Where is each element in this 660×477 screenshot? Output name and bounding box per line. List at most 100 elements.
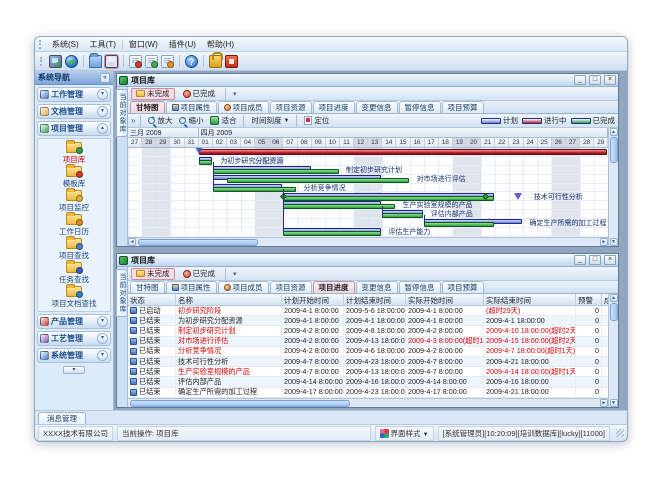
table-row[interactable]: 已结束生产实验室规模的产品2009-4-7 8:00:002009-4-13 1… [128, 367, 608, 377]
maximize-button[interactable]: □ [589, 75, 601, 85]
sidebar-group-系统管理[interactable]: 系统管理▾ [37, 348, 111, 363]
tab-项目进度[interactable]: 项目进度 [313, 281, 355, 293]
sidebar-group-产品管理[interactable]: 产品管理▾ [37, 314, 111, 329]
table-row[interactable]: 已结束技术可行性分析2009-4-7 8:00:002009-4-23 18:0… [128, 357, 608, 367]
column-header-状态[interactable]: 状态 [128, 294, 176, 305]
tab-项目资源[interactable]: 项目资源 [270, 281, 312, 293]
tab-变更信息[interactable]: 变更信息 [356, 281, 398, 293]
locate-button[interactable]: 定位 [302, 115, 331, 126]
tab-暂停信息[interactable]: 暂停信息 [399, 101, 441, 113]
column-header-名称[interactable]: 名称 [176, 294, 282, 305]
globe-icon[interactable] [65, 55, 78, 68]
table-vertical-scrollbar[interactable]: ▲ ▼ [608, 294, 618, 407]
scroll-down-icon[interactable]: ▼ [610, 238, 618, 246]
filter-button-未完成[interactable]: 未完成 [131, 88, 175, 100]
scrollbar-thumb[interactable] [610, 303, 618, 321]
column-header-实际开始时间[interactable]: 实际开始时间 [406, 294, 484, 305]
interface-style-button[interactable]: 界面样式 ▼ [375, 426, 434, 441]
close-button[interactable]: × [604, 255, 616, 265]
table-row[interactable]: 已结束为初步研究分配资源2009-4-1 8:00:002009-4-1 18:… [128, 316, 608, 326]
gantt-vertical-scrollbar[interactable]: ▲ ▼ [608, 128, 618, 246]
filter-button-已完成[interactable]: 已完成 [178, 268, 221, 280]
resize-grip[interactable] [616, 429, 624, 437]
table-row[interactable]: 已结束对市场进行评估2009-4-2 8:00:002009-4-13 18:0… [128, 337, 608, 347]
time-scale-button[interactable]: 时间刻度▼ [249, 115, 291, 126]
current-object-lib-tab[interactable]: 当前对象库 [116, 269, 128, 317]
sidebar-item-项目查找[interactable]: 项目查找 [59, 238, 89, 261]
message-management-tab[interactable]: 消息管理 [38, 412, 86, 424]
sidebar-item-工作日历[interactable]: 工作日历 [59, 214, 89, 237]
report-red-icon[interactable] [129, 55, 142, 68]
tab-项目预算[interactable]: 项目预算 [442, 281, 484, 293]
open-folder-icon[interactable] [89, 55, 102, 68]
gantt-actual-bar[interactable] [213, 169, 339, 174]
table-row[interactable]: 已启动初步研究阶段2009-4-1 8:00:002009-5-6 18:00:… [128, 306, 608, 316]
chevron-down-icon[interactable]: ▴ [97, 123, 108, 134]
tab-项目进度[interactable]: 项目进度 [313, 101, 355, 113]
chevron-down-icon[interactable]: ▾ [233, 90, 237, 98]
tab-甘特图[interactable]: 甘特图 [130, 101, 165, 113]
lock-icon[interactable] [209, 55, 222, 68]
panel-titlebar[interactable]: 项目库 _ □ × [117, 254, 618, 267]
table-horizontal-scrollbar[interactable]: ► [128, 398, 608, 407]
maximize-button[interactable]: □ [589, 255, 601, 265]
overflow-chevron-icon[interactable]: » [131, 116, 135, 125]
sidebar-collapse-button[interactable]: « [100, 73, 110, 83]
scroll-right-icon[interactable]: ► [600, 238, 608, 246]
sidebar-group-文档管理[interactable]: 文档管理▾ [37, 104, 111, 119]
gantt-actual-bar[interactable] [283, 204, 395, 209]
chevron-down-icon[interactable]: ▾ [233, 270, 237, 278]
menu-item-5[interactable]: 帮助(H) [202, 38, 239, 51]
gantt-actual-bar[interactable] [283, 231, 381, 236]
column-header-计划开始时间[interactable]: 计划开始时间 [282, 294, 344, 305]
tab-项目成员[interactable]: 项目成员 [218, 281, 269, 293]
report-green-icon[interactable] [145, 55, 158, 68]
sidebar-item-项目库[interactable]: 项目库 [63, 142, 86, 165]
help-icon[interactable]: ? [185, 55, 198, 68]
scroll-up-icon[interactable]: ▲ [610, 294, 618, 302]
scrollbar-thumb[interactable] [130, 400, 350, 407]
gantt-actual-bar[interactable] [283, 196, 494, 201]
chevron-down-icon[interactable]: ▾ [97, 350, 108, 361]
scroll-down-icon[interactable]: ▼ [610, 399, 618, 407]
sidebar-item-模板库[interactable]: 模板库 [63, 166, 86, 189]
menu-item-1[interactable]: 系统(S) [47, 38, 84, 51]
column-header-预警[interactable]: 预警 [576, 294, 602, 305]
table-row[interactable]: 已结束制定初步研究计划2009-4-2 8:00:002009-4-8 18:0… [128, 326, 608, 336]
table-row[interactable]: 已结束分析竞争情况2009-4-2 8:00:002009-4-6 18:00:… [128, 347, 608, 357]
minimize-button[interactable]: _ [574, 75, 586, 85]
tab-暂停信息[interactable]: 暂停信息 [399, 281, 441, 293]
minimize-button[interactable]: _ [574, 255, 586, 265]
gantt-summary-bar[interactable] [199, 149, 607, 155]
tab-项目成员[interactable]: 项目成员 [218, 101, 269, 113]
scrollbar-thumb[interactable] [138, 239, 258, 246]
panel-titlebar[interactable]: 项目库 _ □ × [117, 74, 618, 87]
sidebar-overflow[interactable]: ▾ [37, 365, 111, 374]
column-header-计划结束时间[interactable]: 计划结束时间 [344, 294, 406, 305]
current-object-lib-tab[interactable]: 当前对象库 [116, 89, 128, 137]
sidebar-item-任务查找[interactable]: 任务查找 [59, 262, 89, 285]
report-orange-icon[interactable] [161, 55, 174, 68]
sidebar-group-project[interactable]: 项目管理▴ [37, 121, 111, 136]
tab-项目属性[interactable]: 项目属性 [166, 101, 217, 113]
scrollbar-thumb[interactable] [610, 137, 618, 163]
exit-icon[interactable] [225, 55, 238, 68]
column-header-实际结束时间[interactable]: 实际结束时间 [484, 294, 576, 305]
menu-item-2[interactable]: 工具(T) [85, 38, 121, 51]
table-row[interactable]: 已结束确定生产所需的加工过程2009-4-17 8:00:002009-4-23… [128, 388, 608, 398]
fit-button[interactable]: 适合 [208, 115, 238, 126]
menu-item-3[interactable]: 窗口(W) [124, 38, 163, 51]
system-icon[interactable] [49, 55, 62, 68]
tab-变更信息[interactable]: 变更信息 [356, 101, 398, 113]
close-button[interactable]: × [604, 75, 616, 85]
tab-项目预算[interactable]: 项目预算 [442, 101, 484, 113]
filter-button-已完成[interactable]: 已完成 [178, 88, 221, 100]
table-row[interactable]: 已结束评估内部产品2009-4-14 8:00:002009-4-16 18:0… [128, 377, 608, 387]
gantt-actual-bar[interactable] [227, 178, 410, 183]
tab-甘特图[interactable]: 甘特图 [130, 281, 165, 293]
chevron-down-icon[interactable]: ▾ [97, 333, 108, 344]
sidebar-group-工艺管理[interactable]: 工艺管理▾ [37, 331, 111, 346]
tab-项目属性[interactable]: 项目属性 [166, 281, 217, 293]
gantt-actual-bar[interactable] [199, 160, 212, 165]
tab-项目资源[interactable]: 项目资源 [270, 101, 312, 113]
